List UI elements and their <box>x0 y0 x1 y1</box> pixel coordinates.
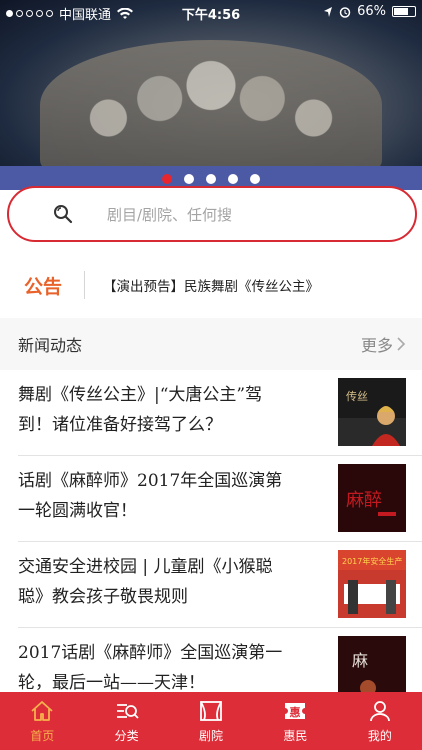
home-icon <box>31 700 53 721</box>
status-bar: 中国联通 下午4:56 66% <box>0 0 422 24</box>
tab-label: 首页 <box>30 728 55 743</box>
battery-percent: 66% <box>357 4 386 19</box>
news-headline: 2017话剧《麻醉师》全国巡演第一 轮，最后一站——天津！ <box>18 643 283 693</box>
category-icon <box>116 703 139 719</box>
news-thumbnail: 传丝 <box>338 378 406 446</box>
notice-divider <box>84 271 86 299</box>
tab-label: 分类 <box>114 728 139 743</box>
battery-icon <box>392 6 416 17</box>
carousel-dot[interactable] <box>206 174 216 184</box>
news-thumbnail: 2017年安全生产 <box>338 550 406 618</box>
svg-text:麻醉: 麻醉 <box>346 490 382 511</box>
notice-tag: 公告 <box>24 275 63 298</box>
carousel-indicators <box>0 174 422 184</box>
carousel-dot[interactable] <box>184 174 194 184</box>
tab-home[interactable]: 首页 <box>0 692 84 750</box>
tab-label: 惠民 <box>283 728 308 743</box>
tab-benefit[interactable]: 惠 惠民 <box>253 692 337 750</box>
hero-banner[interactable] <box>0 0 422 190</box>
alarm-icon <box>339 6 351 18</box>
news-headline: 话剧《麻醉师》2017年全国巡演第 一轮圆满收官！ <box>18 471 283 521</box>
profile-icon <box>369 700 390 721</box>
svg-text:传丝: 传丝 <box>346 390 368 403</box>
tab-theater[interactable]: 剧院 <box>169 692 253 750</box>
notice-text[interactable]: 【演出预告】民族舞剧《传丝公主》 <box>103 275 319 295</box>
svg-text:麻: 麻 <box>352 651 368 670</box>
benefit-icon: 惠 <box>285 702 306 719</box>
news-headline: 交通安全进校园 | 儿童剧《小猴聪 聪》教会孩子敬畏规则 <box>18 557 273 607</box>
location-icon <box>324 6 333 17</box>
tab-profile[interactable]: 我的 <box>338 692 422 750</box>
news-item[interactable]: 舞剧《传丝公主》|“大唐公主”驾 到！诸位准备好接驾了么？ 传丝 <box>0 370 422 456</box>
news-thumbnail: 麻醉 <box>338 464 406 532</box>
theater-icon <box>200 700 222 721</box>
svg-text:惠: 惠 <box>290 705 301 719</box>
tab-bar: 首页 分类 剧院 惠 惠民 我的 <box>0 692 422 750</box>
news-item[interactable]: 交通安全进校园 | 儿童剧《小猴聪 聪》教会孩子敬畏规则 2017年安全生产 <box>0 542 422 628</box>
search-input[interactable]: 剧目/剧院、任何搜 <box>107 204 232 225</box>
carousel-dot[interactable] <box>250 174 260 184</box>
carousel-dot[interactable] <box>162 174 172 184</box>
more-label: 更多 <box>360 336 393 355</box>
tab-label: 我的 <box>367 728 392 743</box>
more-link[interactable]: 更多 <box>361 332 406 356</box>
notice-bar[interactable]: 公告 【演出预告】民族舞剧《传丝公主》 <box>0 260 422 310</box>
chevron-right-icon <box>397 337 406 351</box>
news-header: 新闻动态 更多 <box>0 318 422 370</box>
tab-category[interactable]: 分类 <box>84 692 168 750</box>
banner-image <box>40 40 382 170</box>
search-icon <box>54 205 73 224</box>
tab-label: 剧院 <box>199 728 224 743</box>
search-bar[interactable]: 剧目/剧院、任何搜 <box>7 186 417 242</box>
news-item[interactable]: 话剧《麻醉师》2017年全国巡演第 一轮圆满收官！ 麻醉 <box>0 456 422 542</box>
news-headline: 舞剧《传丝公主》|“大唐公主”驾 到！诸位准备好接驾了么？ <box>18 385 263 435</box>
carousel-dot[interactable] <box>228 174 238 184</box>
section-title: 新闻动态 <box>18 336 83 355</box>
svg-text:2017年安全生产: 2017年安全生产 <box>342 556 402 566</box>
